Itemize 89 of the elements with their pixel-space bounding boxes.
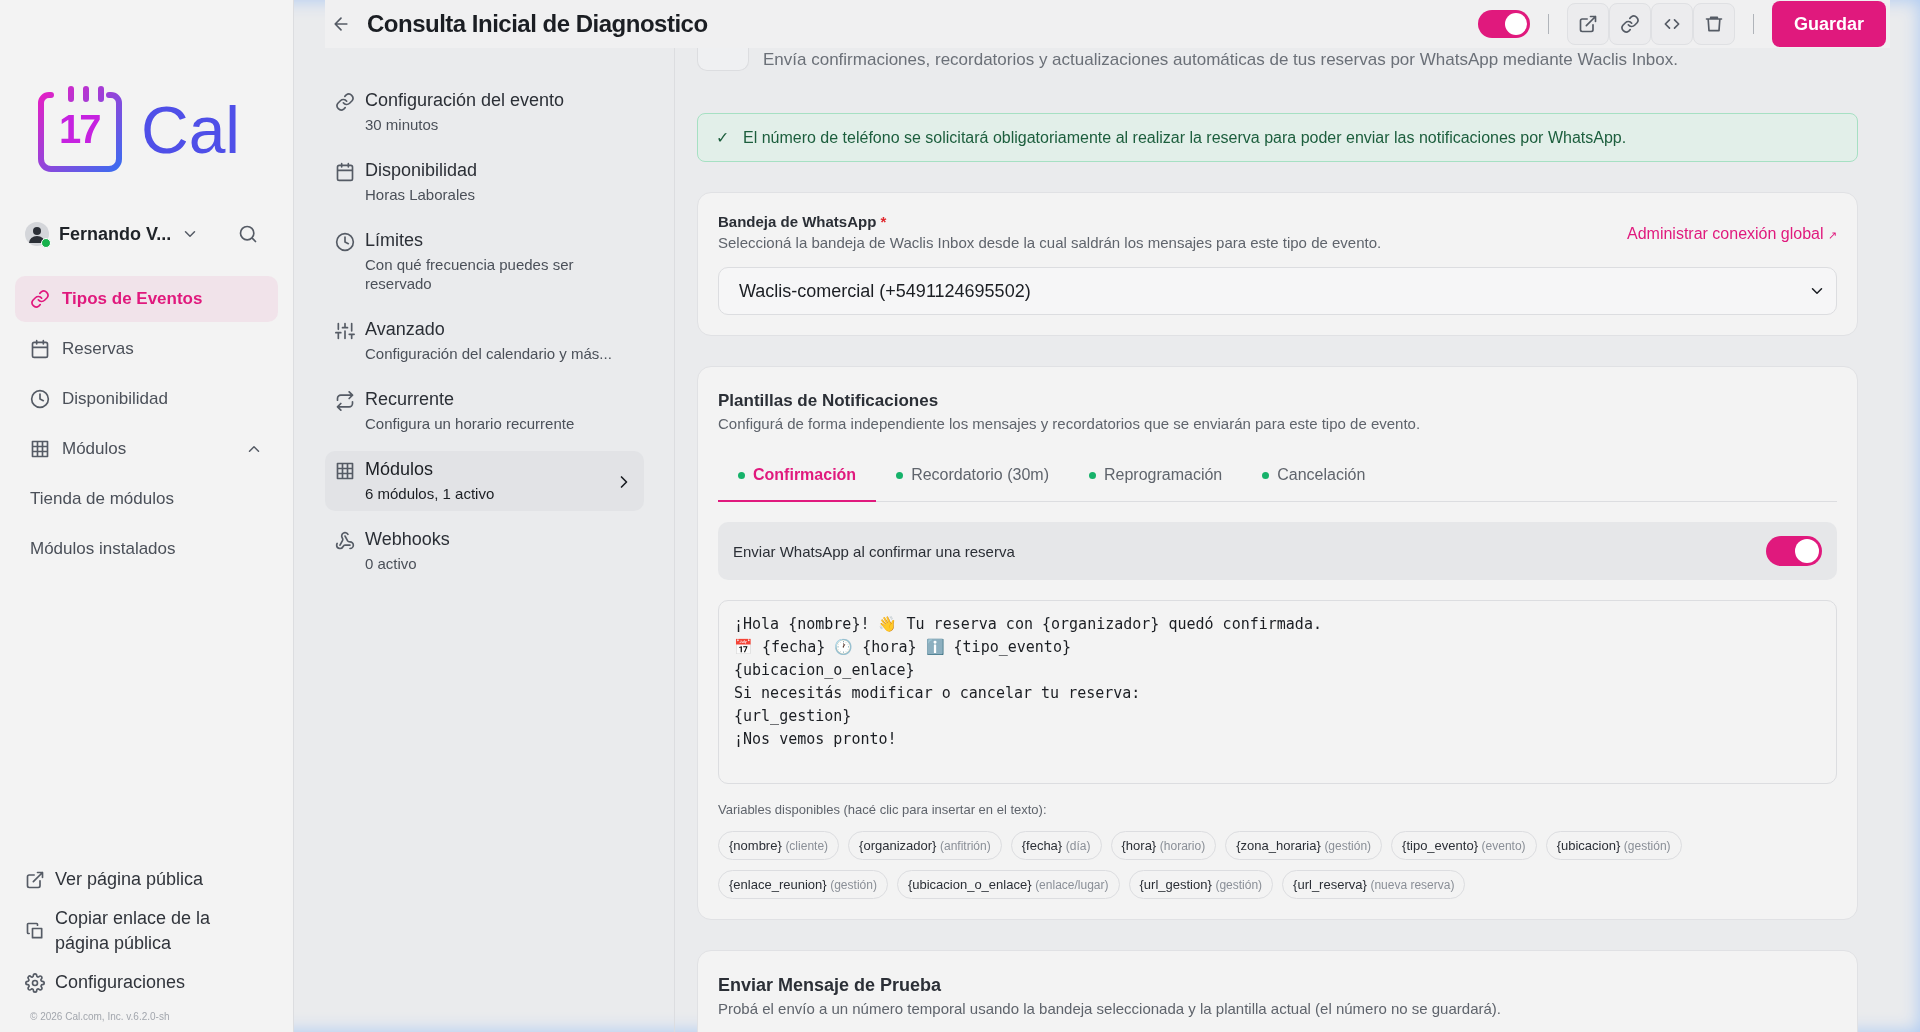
trash-icon (1703, 14, 1724, 34)
clock-icon (335, 232, 355, 252)
variable-chip[interactable]: {tipo_evento} (evento) (1391, 831, 1537, 860)
grid-icon (30, 439, 50, 459)
webhook-icon (335, 531, 355, 551)
event-nav-item[interactable]: Avanzado Configuración del calendario y más... (325, 311, 644, 371)
link-icon (335, 92, 355, 112)
event-nav-item[interactable]: Límites Con qué frecuencia puedes ser reservado (325, 222, 644, 301)
variable-chip[interactable]: {zona_horaria} (gestión) (1225, 831, 1383, 860)
nav-subtitle: 0 activo (365, 554, 418, 573)
variable-chip[interactable]: {ubicacion} (gestión) (1545, 831, 1682, 860)
sidebar-link[interactable]: Ver página pública (55, 867, 204, 892)
nav-subtitle: Con qué frecuencia puedes ser reservado (365, 255, 575, 293)
message-field[interactable]: ¡Hola {nombre}! 👋 Tu reserva con {organizador} quedó confirmada. 📅 {fecha} 🕐 {hora} ℹ {tipo_evento} {ubicacion_o_enlace} Si necesitás modificar o cancelar tu reserva: {url_gestion} ¡Nos vemos pronto! (718, 600, 1837, 784)
toggle-switch[interactable] (1766, 536, 1822, 566)
variable-chip[interactable]: {organizador} (anfitrión) (848, 831, 1002, 860)
sidebar-link[interactable]: Copiar enlace de la página pública (55, 906, 255, 956)
nav-subtitle: 6 módulos, 1 activo (365, 484, 495, 503)
sidebar-link[interactable]: Configuraciones (55, 970, 186, 995)
calendar-icon (30, 339, 50, 359)
event-nav-item[interactable]: Módulos 6 módulos, 1 activo (325, 451, 644, 511)
check-icon: ✓ (716, 128, 729, 147)
template-tab[interactable]: Recordatorio (30m) (876, 452, 1069, 502)
nav-title: Límites (365, 230, 425, 251)
nav-subtitle: Configura un horario recurrente (365, 414, 575, 433)
page-title: Consulta Inicial de Diagnostico (367, 10, 708, 38)
nav-subtitle: 30 minutos (365, 115, 440, 134)
clock-icon (30, 389, 50, 409)
grid-icon (335, 461, 355, 481)
variable-chip[interactable]: {url_gestion} (gestión) (1128, 870, 1274, 899)
avatar[interactable] (25, 222, 49, 246)
logo-number: 17 (59, 107, 100, 152)
field-description: Seleccioná la bandeja de Waclis Inbox desde la cual saldrán los mensajes para este tipo de evento. (718, 234, 1382, 251)
alert-text: El número de teléfono se solicitará obligatoriamente al realizar la reserva para poder enviar las notificaciones por WhatsApp. (743, 128, 1627, 147)
link-icon (30, 289, 50, 309)
nav-title: Módulos (365, 459, 435, 480)
variable-chip[interactable]: {hora} (horario) (1110, 831, 1217, 860)
variable-chip[interactable]: {ubicacion_o_enlace} (enlace/lugar) (896, 870, 1120, 899)
nav-subtitle: Horas Laborales (365, 185, 477, 204)
copyright-text: © 2026 Cal.com, Inc. v.6.2.0-sh (29, 1011, 171, 1022)
card-title: Plantillas de Notificaciones (718, 391, 940, 411)
link-icon (1619, 14, 1640, 34)
nav-title: Webhooks (365, 529, 450, 550)
variables-label: Variables disponibles (hacé clic para insertar en el texto): (718, 802, 1048, 817)
variable-chip[interactable]: {enlace_reunion} (gestión) (718, 870, 888, 899)
save-button[interactable]: Guardar (1771, 1, 1886, 47)
event-nav-item[interactable]: Configuración del evento 30 minutos (325, 82, 644, 142)
variable-chip[interactable]: {fecha} (día) (1010, 831, 1102, 860)
link-button[interactable] (1608, 3, 1651, 45)
sidebar-item[interactable]: Módulos (15, 426, 278, 472)
nav-subtitle: Configuración del calendario y más... (365, 344, 612, 363)
toggle-switch[interactable] (1477, 10, 1530, 38)
copy-icon (25, 921, 45, 941)
sliders-icon (335, 321, 355, 341)
setting-label: Enviar WhatsApp al confirmar una reserva (733, 542, 1015, 560)
nav-title: Disponibilidad (365, 160, 478, 181)
card-description: Configurá de forma independiente los mensajes y recordatorios que se enviarán para este tipo de evento. (718, 415, 1422, 432)
variable-chip[interactable]: {nombre} (cliente) (718, 831, 840, 860)
sidebar-item[interactable]: Reservas (15, 326, 278, 372)
variable-chip[interactable]: {url_reserva} (nueva reserva) (1282, 870, 1466, 899)
nav-title: Configuración del evento (365, 90, 565, 111)
logo-text: Cal (141, 92, 241, 168)
template-tab[interactable]: Reprogramación (1068, 452, 1243, 502)
repeat-icon (335, 391, 355, 411)
external-link-icon (25, 869, 45, 890)
card-title: Enviar Mensaje de Prueba (718, 975, 943, 996)
nav-title: Avanzado (365, 319, 446, 340)
sidebar-subitem[interactable]: Módulos instalados (15, 526, 278, 572)
event-nav-item[interactable]: Recurrente Configura un horario recurrente (325, 381, 644, 441)
event-nav-item[interactable]: Webhooks 0 activo (325, 521, 644, 581)
template-tab[interactable]: Confirmación (718, 452, 877, 502)
search-icon[interactable] (238, 224, 258, 244)
field-label: Bandeja de WhatsApp * (718, 213, 888, 230)
external-link-button[interactable] (1566, 3, 1609, 45)
template-tab[interactable]: Cancelación (1242, 452, 1386, 502)
intro-text: Envía confirmaciones, recordatorios y actualizaciones automáticas de tus reservas por WhatsApp mediante Waclis Inbox. (763, 49, 1678, 70)
nav-title: Recurrente (365, 389, 456, 410)
inbox-select[interactable]: Waclis-comercial (+5491124695502) (718, 267, 1837, 315)
sidebar-item[interactable]: Tipos de Eventos (15, 276, 278, 322)
manage-link[interactable]: Administrar conexión global ↗ (1627, 225, 1837, 251)
sidebar-item[interactable]: Disponibilidad (15, 376, 278, 422)
user-name[interactable]: Fernando V... (59, 223, 172, 245)
settings-icon (25, 972, 45, 993)
sidebar-subitem[interactable]: Tienda de módulos (15, 476, 278, 522)
card-description: Probá el envío a un número temporal usando la bandeja seleccionada y la plantilla actual (el número no se guardará). (718, 1000, 1502, 1017)
event-nav-item[interactable]: Disponibilidad Horas Laborales (325, 152, 644, 212)
calendar-icon (335, 162, 355, 182)
trash-button[interactable] (1692, 3, 1735, 45)
external-link-icon (1577, 14, 1598, 34)
